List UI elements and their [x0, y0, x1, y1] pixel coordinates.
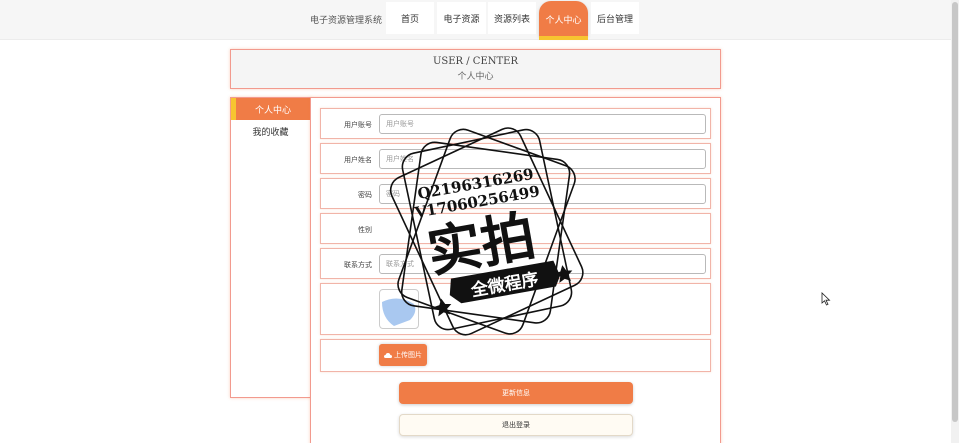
- password-row: 密码 密码: [320, 178, 711, 209]
- scrollbar-thumb[interactable]: [952, 2, 958, 422]
- account-input[interactable]: 用户账号: [379, 114, 706, 134]
- contact-row: 联系方式 联系方式: [320, 248, 711, 279]
- site-brand[interactable]: 电子资源管理系统: [310, 13, 382, 26]
- password-label: 密码: [358, 191, 372, 199]
- account-row: 用户账号 用户账号: [320, 108, 711, 139]
- nav-user-center[interactable]: 个人中心: [539, 1, 588, 40]
- avatar-preview[interactable]: [379, 289, 419, 329]
- page-header: USER / CENTER 个人中心: [230, 49, 721, 89]
- nav-home[interactable]: 首页: [386, 2, 434, 34]
- cloud-upload-icon: [384, 352, 392, 358]
- mouse-cursor-icon: [821, 292, 831, 306]
- contact-input[interactable]: 联系方式: [379, 254, 706, 274]
- page-scrollbar[interactable]: [951, 0, 959, 443]
- name-label: 用户姓名: [344, 156, 372, 164]
- nav-resource-list[interactable]: 资源列表: [488, 2, 536, 34]
- side-menu: 个人中心 我的收藏: [230, 97, 311, 398]
- gender-row: 性别: [320, 213, 711, 244]
- update-info-button[interactable]: 更新信息: [399, 382, 633, 404]
- upload-label: 上传图片: [394, 351, 422, 359]
- account-label: 用户账号: [344, 121, 372, 129]
- image-placeholder-icon: [382, 298, 416, 326]
- page-title-cn: 个人中心: [457, 72, 494, 82]
- contact-label: 联系方式: [344, 261, 372, 269]
- upload-row: 上传图片: [320, 339, 711, 372]
- name-row: 用户姓名 用户姓名: [320, 143, 711, 174]
- side-item-favorites[interactable]: 我的收藏: [231, 120, 310, 142]
- side-item-user-center[interactable]: 个人中心: [231, 98, 310, 120]
- avatar-row: [320, 283, 711, 335]
- gender-label: 性别: [358, 226, 372, 234]
- page-title-en: USER / CENTER: [432, 56, 519, 67]
- nav-admin[interactable]: 后台管理: [591, 2, 639, 34]
- logout-button[interactable]: 退出登录: [399, 414, 633, 436]
- name-input[interactable]: 用户姓名: [379, 149, 706, 169]
- nav-resources[interactable]: 电子资源: [437, 2, 486, 34]
- password-input[interactable]: 密码: [379, 184, 706, 204]
- upload-image-button[interactable]: 上传图片: [379, 344, 427, 366]
- top-nav: 电子资源管理系统 首页 电子资源 资源列表 个人中心 后台管理: [0, 0, 951, 40]
